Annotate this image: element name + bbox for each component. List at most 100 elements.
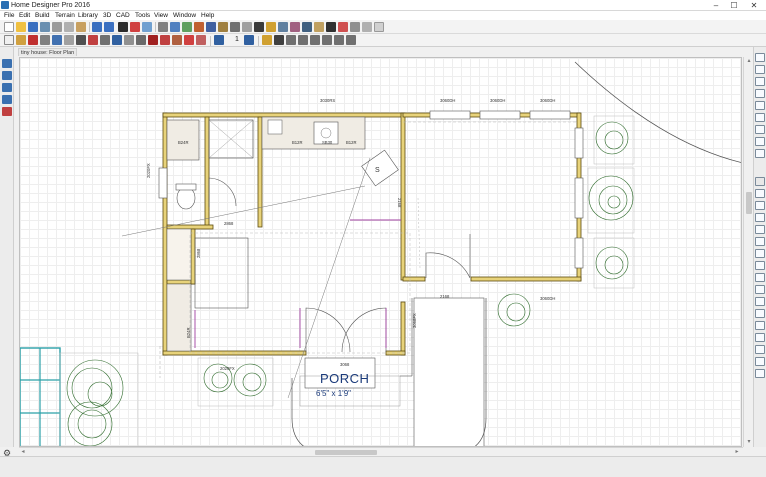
zoom-icon[interactable]	[158, 22, 168, 32]
layer-tool-icon[interactable]	[2, 83, 12, 92]
document-tab[interactable]: tiny house: Floor Plan	[18, 48, 78, 56]
polyline-tool-icon[interactable]	[346, 35, 356, 45]
snap-icon[interactable]	[755, 369, 765, 378]
scroll-up-icon[interactable]: ▴	[745, 57, 753, 65]
save-icon[interactable]	[28, 22, 38, 32]
material-icon[interactable]	[290, 22, 300, 32]
paste-icon[interactable]	[76, 22, 86, 32]
horizontal-scrollbar[interactable]: ◂ ▸	[19, 447, 743, 456]
cabinet-tool-icon[interactable]	[64, 35, 74, 45]
select-arrow-icon[interactable]	[4, 35, 14, 45]
wall-tool-icon[interactable]	[16, 35, 26, 45]
glass-house-icon[interactable]	[230, 22, 240, 32]
furniture-tool-icon[interactable]	[136, 35, 146, 45]
transform-icon[interactable]	[755, 357, 765, 366]
dimension-line-icon[interactable]	[286, 35, 296, 45]
room-tool-icon[interactable]	[28, 35, 38, 45]
arc-tool-icon[interactable]	[310, 35, 320, 45]
minimize-button[interactable]: –	[709, 0, 723, 11]
copy-object-icon[interactable]	[755, 297, 765, 306]
pan-icon[interactable]	[755, 101, 765, 110]
fill-window-icon[interactable]	[755, 77, 765, 86]
elevation-icon[interactable]	[206, 22, 216, 32]
stair-tool-icon[interactable]	[76, 35, 86, 45]
gear-icon[interactable]: ⚙	[3, 448, 11, 459]
refresh-icon[interactable]	[755, 113, 765, 122]
camera-icon[interactable]	[182, 22, 192, 32]
group-icon[interactable]	[755, 333, 765, 342]
framing-tool-icon[interactable]	[184, 35, 194, 45]
render-tool-icon[interactable]	[2, 107, 12, 116]
plan-tool-icon[interactable]	[2, 59, 12, 68]
menu-file[interactable]: File	[4, 11, 14, 20]
view-tool-icon[interactable]	[2, 71, 12, 80]
down-level-icon[interactable]	[214, 35, 224, 45]
swap-icon[interactable]	[755, 149, 765, 158]
redo-icon[interactable]	[104, 22, 114, 32]
cut-icon[interactable]	[52, 22, 62, 32]
new-file-icon[interactable]	[4, 22, 14, 32]
roof-tool-icon[interactable]	[88, 35, 98, 45]
menu-library[interactable]: Library	[78, 11, 98, 20]
zoom-out-icon[interactable]	[755, 65, 765, 74]
plan-view-icon[interactable]	[254, 22, 264, 32]
pencil-icon[interactable]	[262, 35, 272, 45]
delete-object-icon[interactable]	[755, 309, 765, 318]
circle-tool-icon[interactable]	[322, 35, 332, 45]
menu-help[interactable]: Help	[201, 11, 214, 20]
open-folder-icon[interactable]	[16, 22, 26, 32]
fill-window-icon[interactable]	[170, 22, 180, 32]
line-tool-icon[interactable]	[298, 35, 308, 45]
zoom-extents-icon[interactable]	[755, 89, 765, 98]
window-tool-icon[interactable]	[52, 35, 62, 45]
copy-icon[interactable]	[64, 22, 74, 32]
layer-icon[interactable]	[242, 22, 252, 32]
sun-icon[interactable]	[278, 22, 288, 32]
horizontal-scroll-thumb[interactable]	[315, 450, 377, 455]
fixture-tool-icon[interactable]	[124, 35, 134, 45]
rotate-icon[interactable]	[755, 261, 765, 270]
menu-cad[interactable]: CAD	[116, 11, 130, 20]
scroll-left-icon[interactable]: ◂	[19, 448, 27, 456]
walkthrough-icon[interactable]	[302, 22, 312, 32]
menu-build[interactable]: Build	[35, 11, 49, 20]
room-edit-icon[interactable]	[755, 225, 765, 234]
text-tool-icon[interactable]	[196, 35, 206, 45]
render-icon[interactable]	[266, 22, 276, 32]
window-cascade-icon[interactable]	[374, 22, 384, 32]
reverse-icon[interactable]	[755, 273, 765, 282]
up-level-icon[interactable]	[244, 35, 254, 45]
pointer-icon[interactable]	[338, 22, 348, 32]
move-icon[interactable]	[755, 285, 765, 294]
zoom-in-icon[interactable]	[755, 53, 765, 62]
text-icon[interactable]	[326, 22, 336, 32]
level-indicator[interactable]: 1	[232, 35, 242, 45]
library-tool-icon[interactable]	[148, 35, 158, 45]
align-icon[interactable]	[755, 345, 765, 354]
menu-view[interactable]: View	[154, 11, 168, 20]
aerial-view-icon[interactable]	[755, 137, 765, 146]
maximize-button[interactable]: ☐	[727, 0, 741, 11]
floor-plan-icon[interactable]	[194, 22, 204, 32]
scroll-down-icon[interactable]: ▾	[745, 438, 753, 446]
scroll-right-icon[interactable]: ▸	[733, 448, 741, 456]
open-object-icon[interactable]	[755, 321, 765, 330]
dimension-icon[interactable]	[314, 22, 324, 32]
vertical-scroll-thumb[interactable]	[746, 192, 752, 214]
rectangle-tool-icon[interactable]	[334, 35, 344, 45]
print-icon[interactable]	[40, 22, 50, 32]
wall-edit-icon[interactable]	[755, 189, 765, 198]
stair-edit-icon[interactable]	[755, 249, 765, 258]
vertical-scrollbar[interactable]: ▴ ▾	[743, 57, 753, 447]
help-icon[interactable]	[142, 22, 152, 32]
window-tile-icon[interactable]	[362, 22, 372, 32]
deck-tool-icon[interactable]	[172, 35, 182, 45]
door-tool-icon[interactable]	[40, 35, 50, 45]
terrain-tool-icon[interactable]	[160, 35, 170, 45]
undo-icon[interactable]	[92, 22, 102, 32]
menu-edit[interactable]: Edit	[19, 11, 30, 20]
plumbing-tool-icon[interactable]	[112, 35, 122, 45]
camera-tool-icon[interactable]	[2, 95, 12, 104]
window-edit-icon[interactable]	[755, 213, 765, 222]
edit-mode-icon[interactable]	[755, 177, 765, 186]
